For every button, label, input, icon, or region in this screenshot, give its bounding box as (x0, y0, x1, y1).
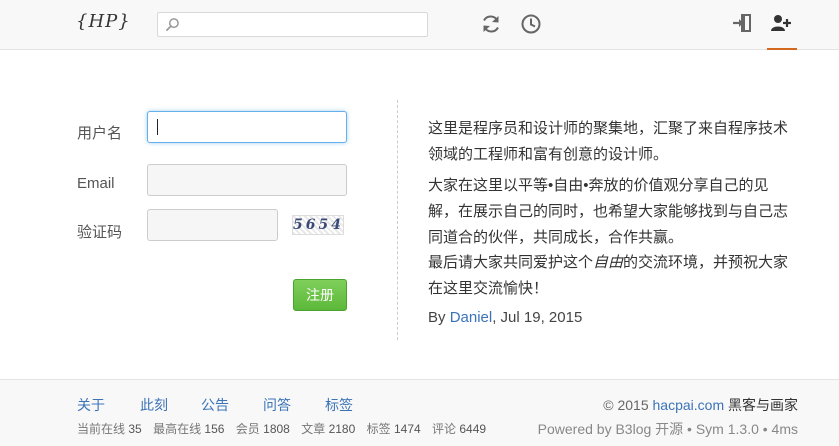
captcha-image[interactable]: 5654 (292, 215, 344, 235)
site-link[interactable]: hacpai.com (653, 397, 725, 413)
text-caret (157, 119, 158, 135)
add-user-icon[interactable] (770, 12, 792, 34)
site-stats: 当前在线 35 最高在线 156 会员 1808 文章 2180 标签 1474… (77, 420, 494, 437)
captcha-input[interactable] (147, 209, 278, 241)
refresh-icon[interactable] (480, 13, 502, 35)
register-button[interactable]: 注册 (293, 279, 347, 311)
stat-value: 1808 (263, 422, 290, 436)
vertical-divider (397, 100, 398, 340)
stat-label: 当前在线 (77, 422, 126, 436)
footer-link-now[interactable]: 此刻 (140, 395, 168, 415)
site-logo[interactable]: {HP} (76, 11, 131, 32)
username-input[interactable] (147, 111, 347, 143)
stat-label: 最高在线 (153, 422, 202, 436)
footer: 关于 此刻 公告 问答 标签 当前在线 35 最高在线 156 会员 1808 … (0, 379, 839, 446)
copyright: © 2015 hacpai.com 黑客与画家 (603, 395, 798, 415)
stat-value: 6449 (459, 422, 487, 436)
top-header: {HP} (0, 0, 839, 50)
search-input[interactable] (184, 15, 424, 34)
email-input[interactable] (147, 164, 347, 196)
intro-paragraph-2: 大家在这里以平等•自由•奔放的价值观分享自己的见解，在展示自己的同时，也希望大家… (428, 177, 789, 246)
email-label: Email (77, 175, 115, 192)
active-tab-indicator (767, 48, 797, 50)
footer-link-announcement[interactable]: 公告 (201, 395, 229, 415)
stat-label: 评论 (432, 422, 457, 436)
byline-prefix: By (428, 309, 450, 326)
copyright-prefix: © 2015 (603, 397, 653, 413)
stat-value: 35 (128, 422, 142, 436)
stat-value: 156 (204, 422, 225, 436)
stat-value: 1474 (393, 422, 421, 436)
captcha-label: 验证码 (77, 224, 123, 241)
clock-icon[interactable] (520, 13, 542, 35)
footer-link-about[interactable]: 关于 (77, 395, 105, 415)
stat-label: 会员 (235, 422, 260, 436)
username-label: 用户名 (77, 125, 123, 142)
byline: By Daniel, Jul 19, 2015 (428, 309, 582, 326)
byline-date: , Jul 19, 2015 (492, 309, 583, 326)
stat-value: 2180 (328, 422, 356, 436)
login-icon[interactable] (731, 12, 753, 34)
stat-label: 文章 (301, 422, 326, 436)
brand-name: 黑客与画家 (724, 397, 798, 413)
powered-by: Powered by B3log 开源 • Sym 1.3.0 • 4ms (537, 421, 798, 437)
search-box[interactable] (157, 12, 428, 37)
stat-label: 标签 (366, 422, 391, 436)
footer-link-tags[interactable]: 标签 (325, 395, 353, 415)
footer-link-qna[interactable]: 问答 (263, 395, 291, 415)
author-link[interactable]: Daniel (450, 309, 493, 326)
intro-p3-emphasis: 自由 (593, 254, 624, 271)
intro-p3-before: 最后请大家共同爱护这个 (428, 254, 594, 271)
intro-paragraph-1: 这里是程序员和设计师的聚集地，汇聚了来自程序技术领域的工程师和富有创意的设计师。 (428, 120, 789, 163)
search-icon (166, 18, 179, 31)
intro-paragraph-3: 最后请大家共同爱护这个自由的交流环境，并预祝大家在这里交流愉快！ (428, 250, 798, 302)
